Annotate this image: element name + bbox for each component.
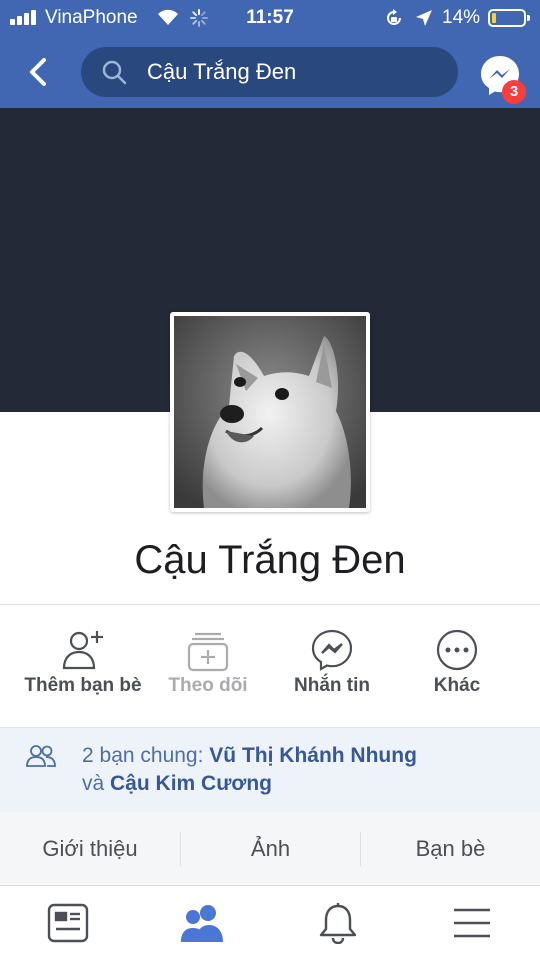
- more-icon: [436, 629, 478, 671]
- menu-icon[interactable]: [450, 902, 494, 944]
- battery-percent: 14%: [442, 7, 481, 28]
- follow-button[interactable]: Theo dõi: [146, 628, 270, 698]
- follow-label: Theo dõi: [168, 675, 248, 696]
- profile-tabs: Giới thiệu Ảnh Bạn bè: [0, 812, 540, 886]
- friends-icon[interactable]: [180, 902, 224, 944]
- message-label: Nhắn tin: [294, 675, 370, 696]
- mutual-friends[interactable]: 2 bạn chung: Vũ Thị Khánh Nhung và Cậu K…: [0, 727, 540, 812]
- message-button[interactable]: Nhắn tin: [270, 628, 394, 698]
- shiba-dog-photo: [174, 316, 366, 508]
- profile-picture[interactable]: [170, 312, 370, 512]
- divider: [0, 604, 540, 605]
- mutual-friends-text: 2 bạn chung: Vũ Thị Khánh Nhung và Cậu K…: [82, 742, 522, 798]
- news-feed-icon[interactable]: [46, 902, 90, 944]
- status-bar: VinaPhone 11:57 14%: [0, 0, 540, 36]
- location-arrow-icon: [416, 10, 432, 26]
- search-icon: [102, 60, 127, 85]
- mutual-prefix: 2 bạn chung:: [82, 744, 210, 767]
- back-button[interactable]: [20, 54, 60, 90]
- app-header: VinaPhone 11:57 14% Cậu Trắng Đen 3: [0, 0, 540, 108]
- more-button[interactable]: Khác: [395, 628, 519, 698]
- tab-about[interactable]: Giới thiệu: [0, 812, 180, 886]
- profile-name: Cậu Trắng Đen: [134, 538, 406, 582]
- bottom-nav: [0, 886, 540, 960]
- tab-friends[interactable]: Bạn bè: [361, 812, 540, 886]
- mutual-friend-link-2[interactable]: Cậu Kim Cương: [110, 772, 272, 795]
- people-icon: [26, 745, 56, 767]
- follow-icon: [187, 632, 229, 672]
- tab-photos[interactable]: Ảnh: [181, 812, 360, 886]
- search-bar[interactable]: [81, 47, 458, 97]
- notifications-bell-icon[interactable]: [316, 902, 360, 944]
- add-friend-label: Thêm bạn bè: [24, 675, 142, 696]
- add-friend-button[interactable]: Thêm bạn bè: [21, 628, 145, 698]
- messenger-icon: [311, 629, 353, 671]
- rotation-lock-icon: [387, 9, 401, 25]
- mutual-friend-link-1[interactable]: Vũ Thị Khánh Nhung: [209, 744, 417, 767]
- messenger-badge: 3: [502, 80, 526, 104]
- search-input[interactable]: [147, 57, 437, 87]
- mutual-conjunction: và: [82, 772, 111, 795]
- more-label: Khác: [433, 675, 481, 696]
- add-friend-icon: [62, 631, 103, 670]
- battery-icon: [488, 9, 530, 27]
- top-nav: 3: [0, 36, 540, 108]
